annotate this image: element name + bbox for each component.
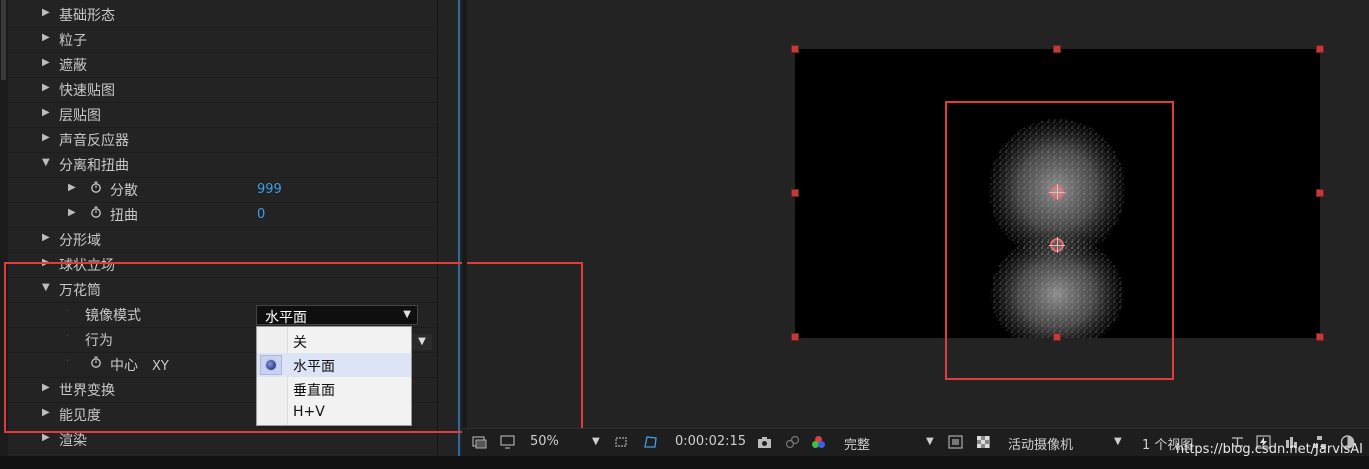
prop-twist: ▶ 扭曲 0 — [8, 202, 437, 228]
resolution-select[interactable]: 完整 — [844, 434, 870, 453]
group-label: 基础形态 — [59, 8, 115, 24]
transform-handle[interactable] — [1316, 189, 1324, 197]
camera-snapshot-icon[interactable] — [757, 435, 772, 449]
group-label: 声音反应器 — [59, 133, 129, 149]
group-fractal-field[interactable]: ▶ 分形域 — [8, 227, 437, 253]
expand-triangle-icon[interactable]: ▶ — [68, 207, 76, 218]
current-time-display[interactable]: 0:00:02:15 — [675, 434, 746, 449]
group-label: 分形域 — [59, 233, 101, 249]
group-label: 快速贴图 — [59, 83, 115, 99]
always-preview-icon[interactable] — [472, 435, 487, 449]
chevron-down-icon[interactable]: ▼ — [1114, 436, 1122, 447]
monitor-icon[interactable] — [500, 435, 515, 449]
chevron-down-icon[interactable]: ▼ — [926, 436, 934, 447]
group-basic-form[interactable]: ▶ 基础形态 — [8, 2, 437, 28]
transform-handle[interactable] — [1316, 333, 1324, 341]
group-audio-react[interactable]: ▶ 声音反应器 — [8, 127, 437, 153]
expand-triangle-icon[interactable]: ▶ — [42, 82, 50, 93]
collapse-triangle-icon[interactable]: ▼ — [42, 157, 50, 168]
transform-handle[interactable] — [1316, 45, 1324, 53]
expand-triangle-icon[interactable]: ▶ — [68, 182, 76, 193]
group-split-distort[interactable]: ▼ 分离和扭曲 — [8, 152, 437, 178]
group-label: 渲染 — [59, 433, 87, 449]
transform-handle[interactable] — [1053, 45, 1061, 53]
show-snapshot-icon[interactable] — [785, 435, 800, 449]
panel-divider[interactable] — [462, 0, 467, 456]
color-channels-icon[interactable] — [811, 435, 826, 449]
group-layer-maps[interactable]: ▶ 层贴图 — [8, 102, 437, 128]
scatter-value[interactable]: 999 — [257, 182, 282, 197]
group-label: 粒子 — [59, 33, 87, 49]
group-occlusion[interactable]: ▶ 遮蔽 — [8, 52, 437, 78]
panel-scrollbar-thumb[interactable] — [1, 0, 6, 80]
transform-handle[interactable] — [791, 189, 799, 197]
stopwatch-icon[interactable] — [90, 206, 102, 218]
camera-view-select[interactable]: 活动摄像机 — [1008, 434, 1073, 453]
stopwatch-icon[interactable] — [90, 181, 102, 193]
group-particle[interactable]: ▶ 粒子 — [8, 27, 437, 53]
expand-triangle-icon[interactable]: ▶ — [42, 432, 50, 443]
transform-handle[interactable] — [791, 45, 799, 53]
watermark-text: https://blog.csdn.net/JarvisAI — [1175, 442, 1363, 457]
annotation-highlight-box — [4, 262, 583, 433]
group-label: 分离和扭曲 — [59, 158, 129, 174]
chevron-down-icon[interactable]: ▼ — [592, 436, 600, 447]
transparency-grid-icon[interactable] — [976, 435, 991, 449]
expand-triangle-icon[interactable]: ▶ — [42, 7, 50, 18]
prop-scatter: ▶ 分散 999 — [8, 177, 437, 203]
zoom-level-select[interactable]: 50% — [530, 434, 559, 449]
prop-label: 扭曲 — [110, 208, 138, 224]
expand-triangle-icon[interactable]: ▶ — [42, 107, 50, 118]
effect-controls-panel: ▶ 基础形态 ▶ 粒子 ▶ 遮蔽 ▶ 快速贴图 ▶ 层贴图 ▶ 声音反应器 ▼ … — [0, 0, 583, 456]
status-strip — [0, 456, 1369, 469]
region-of-interest-icon[interactable] — [614, 435, 629, 449]
expand-triangle-icon[interactable]: ▶ — [42, 32, 50, 43]
expand-triangle-icon[interactable]: ▶ — [42, 57, 50, 68]
group-quick-maps[interactable]: ▶ 快速贴图 — [8, 77, 437, 103]
twist-value[interactable]: 0 — [257, 207, 265, 222]
group-label: 层贴图 — [59, 108, 101, 124]
fast-preview-icon[interactable] — [948, 435, 963, 449]
group-label: 遮蔽 — [59, 58, 87, 74]
mask-path-icon[interactable] — [643, 435, 658, 449]
transform-handle[interactable] — [791, 333, 799, 341]
expand-triangle-icon[interactable]: ▶ — [42, 232, 50, 243]
annotation-highlight-box — [945, 101, 1174, 380]
prop-label: 分散 — [110, 183, 138, 199]
expand-triangle-icon[interactable]: ▶ — [42, 132, 50, 143]
